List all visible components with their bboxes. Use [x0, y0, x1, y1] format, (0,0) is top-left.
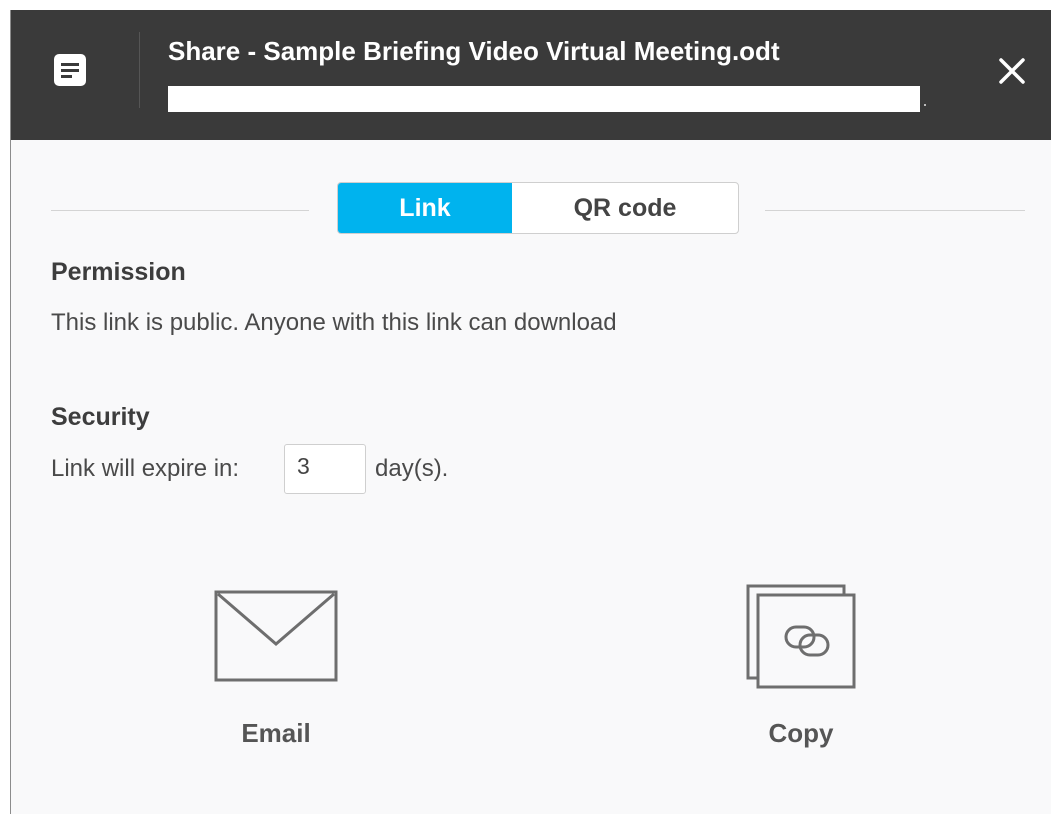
- copy-link-icon: [746, 584, 856, 689]
- dialog-header: Share - Sample Briefing Video Virtual Me…: [11, 10, 1051, 140]
- copy-link-button[interactable]: Copy: [726, 580, 876, 755]
- document-icon: [54, 54, 86, 86]
- subtitle-dot: [924, 104, 926, 106]
- expire-suffix-label: day(s).: [375, 455, 449, 482]
- close-icon[interactable]: [996, 55, 1028, 87]
- email-label: Email: [241, 718, 311, 748]
- dialog-title: Share - Sample Briefing Video Virtual Me…: [168, 36, 780, 66]
- permission-heading: Permission: [51, 258, 186, 286]
- envelope-icon: [214, 590, 338, 682]
- tab-qr-code[interactable]: QR code: [512, 183, 738, 233]
- share-tabs: Link QR code: [337, 182, 739, 234]
- security-heading: Security: [51, 403, 150, 431]
- permission-text: This link is public. Anyone with this li…: [51, 309, 617, 336]
- tab-divider-right: [765, 210, 1025, 211]
- expire-days-input[interactable]: 3: [284, 444, 366, 494]
- email-button[interactable]: Email: [201, 585, 351, 755]
- tab-divider-left: [51, 210, 309, 211]
- tab-link[interactable]: Link: [338, 183, 512, 233]
- header-divider: [139, 32, 140, 108]
- copy-label: Copy: [768, 718, 834, 748]
- share-dialog: Share - Sample Briefing Video Virtual Me…: [10, 10, 1051, 814]
- redacted-link-field: [168, 86, 920, 112]
- expire-prefix-label: Link will expire in:: [51, 455, 240, 482]
